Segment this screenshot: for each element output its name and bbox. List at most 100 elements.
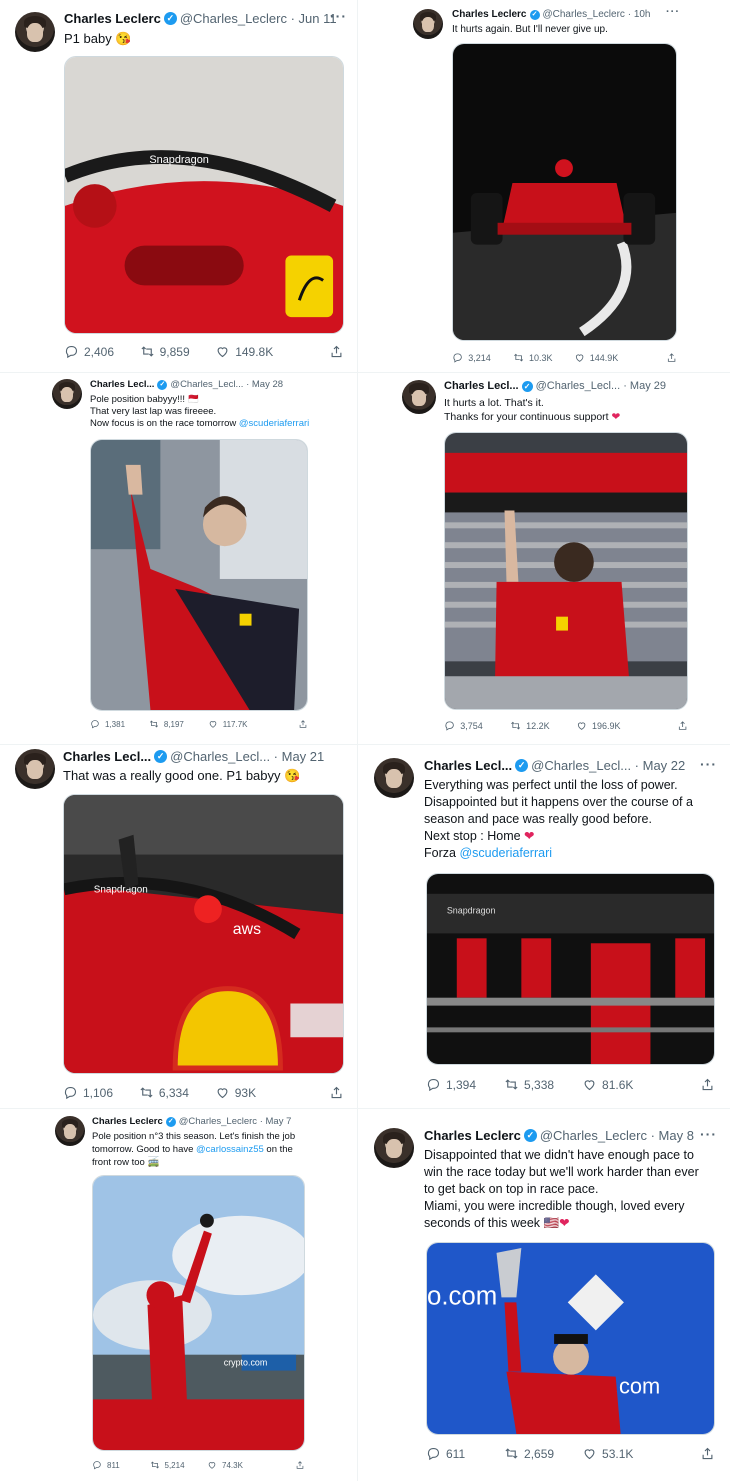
like-button[interactable]: 81.6K <box>582 1077 680 1092</box>
reply-icon <box>63 1085 78 1100</box>
tweet-card[interactable]: Charles Leclerc ✓ @Charles_Leclerc · May… <box>360 1108 730 1481</box>
tweet-text-content: It hurts again. But I'll never give up. <box>452 24 608 35</box>
mention-link[interactable]: @carlossainz55 <box>196 1144 264 1155</box>
author-handle[interactable]: @Charles_Leclerc <box>540 1128 647 1143</box>
retweet-button[interactable]: 8,197 <box>149 719 208 729</box>
share-button[interactable] <box>310 344 344 359</box>
separator: · <box>270 749 282 764</box>
author-handle[interactable]: @Charles_Leclerc <box>179 1116 257 1127</box>
tweet-card[interactable]: Charles Leclerc ✓ @Charles_Leclerc · Jun… <box>0 0 355 372</box>
tweet-text-line: Miami, you were incredible though, loved… <box>424 1198 699 1215</box>
author-handle[interactable]: @Charles_Lecl... <box>170 749 270 764</box>
like-button[interactable]: 93K <box>215 1085 311 1100</box>
retweet-button[interactable]: 9,859 <box>140 344 216 359</box>
mention-link[interactable]: @scuderiaferrari <box>239 418 309 429</box>
sponsor-logo: Snapdragon <box>447 906 496 916</box>
author-name[interactable]: Charles Lecl... <box>444 380 519 392</box>
like-button[interactable]: 117.7K <box>208 719 282 729</box>
share-button[interactable] <box>680 1446 715 1461</box>
more-options-icon[interactable]: ··· <box>330 8 347 24</box>
author-name[interactable]: Charles Lecl... <box>63 749 151 764</box>
like-button[interactable]: 144.9K <box>574 352 651 363</box>
heart-emoji: ❤ <box>524 829 535 843</box>
avatar[interactable] <box>374 758 414 798</box>
more-options-icon[interactable]: ··· <box>666 6 680 18</box>
author-name[interactable]: Charles Leclerc <box>424 1128 521 1143</box>
author-handle[interactable]: @Charles_Lecl... <box>536 380 621 392</box>
retweet-button[interactable]: 5,214 <box>150 1460 208 1470</box>
avatar[interactable] <box>402 380 436 414</box>
like-button[interactable]: 149.8K <box>215 344 310 359</box>
tweet-card[interactable]: Charles Lecl... ✓ @Charles_Lecl... · May… <box>360 744 730 1108</box>
like-button[interactable]: 53.1K <box>582 1446 680 1461</box>
tweet-card[interactable]: Charles Leclerc ✓ @Charles_Leclerc · 10h… <box>360 0 730 372</box>
action-bar: 1,106 6,334 93K <box>63 1085 344 1100</box>
author-handle[interactable]: @Charles_Lecl... <box>170 379 243 390</box>
author-name[interactable]: Charles Leclerc <box>64 11 161 26</box>
tweet-card[interactable]: Charles Leclerc ✓ @Charles_Leclerc · May… <box>0 1108 355 1481</box>
retweet-button[interactable]: 6,334 <box>139 1085 215 1100</box>
author-name[interactable]: Charles Leclerc <box>92 1116 163 1127</box>
author-handle[interactable]: @Charles_Lecl... <box>531 758 631 773</box>
more-options-icon[interactable]: ··· <box>700 1126 717 1142</box>
avatar[interactable] <box>413 9 443 39</box>
avatar[interactable] <box>374 1128 414 1168</box>
tweet-date[interactable]: May 28 <box>252 379 283 390</box>
share-button[interactable] <box>650 352 677 363</box>
tweet-card[interactable]: Charles Lecl... ✓ @Charles_Lecl... · May… <box>0 744 355 1108</box>
share-button[interactable] <box>680 1077 715 1092</box>
like-button[interactable]: 196.9K <box>576 720 659 731</box>
author-name[interactable]: Charles Lecl... <box>424 758 512 773</box>
separator: · <box>286 11 299 26</box>
reply-button[interactable]: 3,754 <box>444 720 510 731</box>
more-options-icon[interactable]: ··· <box>700 756 717 772</box>
tweet-card[interactable]: Charles Lecl... ✓ @Charles_Lecl... · May… <box>0 372 355 744</box>
share-button[interactable] <box>310 1085 344 1100</box>
avatar[interactable] <box>52 379 82 409</box>
tweet-photo[interactable]: Snapdragon <box>64 56 344 334</box>
share-button[interactable] <box>279 1460 305 1470</box>
reply-button[interactable]: 1,106 <box>63 1085 139 1100</box>
retweet-button[interactable]: 2,659 <box>504 1446 582 1461</box>
tweet-date[interactable]: May 21 <box>282 749 325 764</box>
tweet-date[interactable]: May 8 <box>659 1128 694 1143</box>
tweet-card[interactable]: Charles Lecl... ✓ @Charles_Lecl... · May… <box>360 372 730 744</box>
tweet-text-content: It hurts a lot. That's it. <box>444 397 544 409</box>
retweet-icon <box>504 1077 519 1092</box>
divider <box>0 1108 730 1109</box>
tweet-photo[interactable]: o.com o.com <box>426 1242 715 1435</box>
heart-icon <box>215 344 230 359</box>
author-name[interactable]: Charles Leclerc <box>452 9 527 20</box>
author-handle[interactable]: @Charles_Leclerc <box>543 9 625 20</box>
tweet-photo[interactable]: crypto.com <box>92 1175 305 1451</box>
share-button[interactable] <box>282 719 308 729</box>
reply-button[interactable]: 2,406 <box>64 344 140 359</box>
tweet-photo[interactable]: Snapdragon <box>426 873 715 1065</box>
avatar[interactable] <box>55 1116 85 1146</box>
reply-button[interactable]: 1,394 <box>426 1077 504 1092</box>
author-name[interactable]: Charles Lecl... <box>90 379 154 390</box>
tweet-photo[interactable]: Snapdragon aws <box>63 794 344 1074</box>
tweet-date[interactable]: May 7 <box>266 1116 292 1127</box>
avatar[interactable] <box>15 749 55 789</box>
tweet-photo[interactable] <box>452 43 677 341</box>
retweet-button[interactable]: 5,338 <box>504 1077 582 1092</box>
reply-button[interactable]: 1,381 <box>90 719 149 729</box>
like-button[interactable]: 74.3K <box>207 1460 279 1470</box>
retweet-button[interactable]: 10.3K <box>513 352 574 363</box>
tweet-date[interactable]: 10h <box>634 9 651 20</box>
avatar[interactable] <box>15 12 55 52</box>
tweet-date[interactable]: May 22 <box>643 758 686 773</box>
author-handle[interactable]: @Charles_Leclerc <box>180 11 287 26</box>
tweet-photo[interactable] <box>444 432 688 710</box>
mention-link[interactable]: @scuderiaferrari <box>459 846 552 860</box>
tweet-photo[interactable] <box>90 439 308 711</box>
share-button[interactable] <box>659 720 688 731</box>
reply-button[interactable]: 611 <box>426 1446 504 1461</box>
reply-button[interactable]: 811 <box>92 1460 150 1470</box>
like-count: 149.8K <box>235 344 274 359</box>
tweet-date[interactable]: May 29 <box>630 380 666 392</box>
reply-button[interactable]: 3,214 <box>452 352 513 363</box>
share-icon <box>295 1460 305 1470</box>
retweet-button[interactable]: 12.2K <box>510 720 576 731</box>
